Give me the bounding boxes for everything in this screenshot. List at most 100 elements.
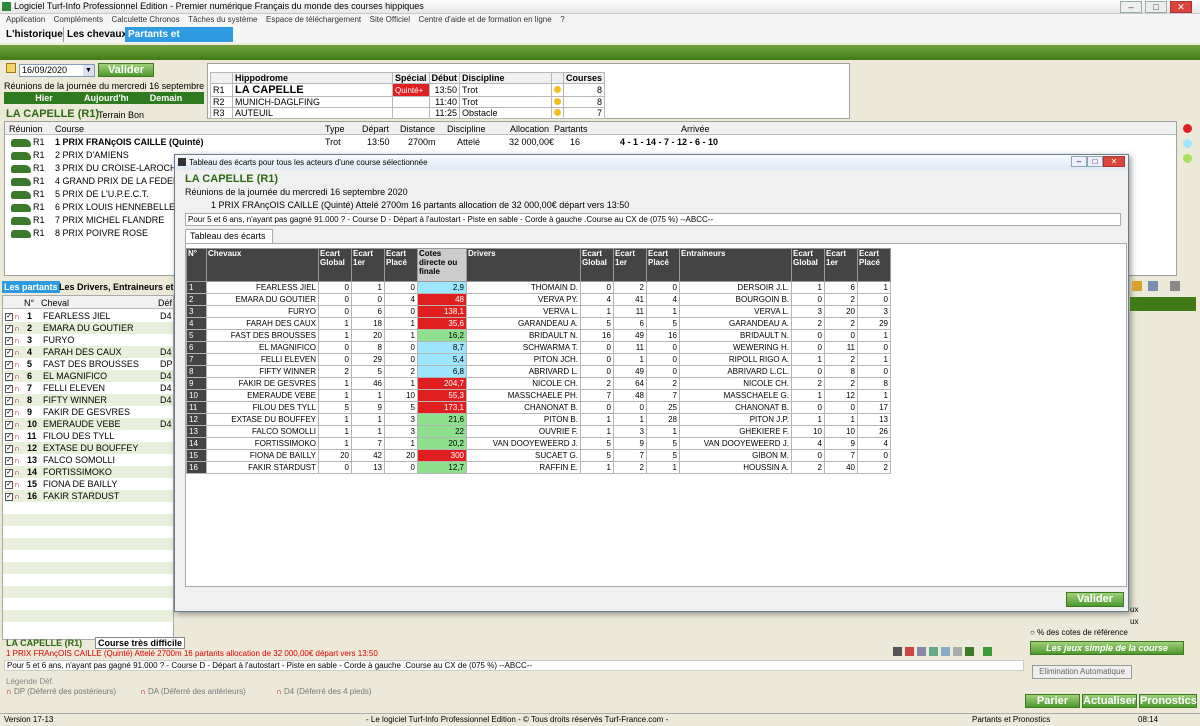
ecart-row[interactable]: 1 FEARLESS JIEL 0 1 0 2,9 THOMAIN D. 0 2 0 DERSOIR… — [186, 281, 891, 294]
go-icon[interactable] — [983, 647, 992, 656]
ecart-row[interactable]: 9 FAKIR DE GESVRES 1 46 1 204,7 NICOLE CH. 2 64 2… — [186, 377, 891, 390]
partant-row[interactable]: ✓ ∩ 4 FARAH DES CAUX D4 — [5, 346, 173, 358]
actualiser-button[interactable]: Actualiser — [1082, 694, 1137, 708]
maximize-button[interactable]: □ — [1145, 1, 1167, 13]
date-input[interactable]: 16/09/2020 ▼ — [19, 64, 95, 77]
menu-telechargement[interactable]: Espace de téléchargement — [266, 14, 361, 26]
elimination-button[interactable]: Elimination Automatique — [1032, 665, 1132, 679]
export-icon[interactable] — [941, 647, 950, 656]
jeux-simple-button[interactable]: Les jeux simple de la course — [1030, 641, 1184, 655]
partant-row[interactable]: ✓ ∩ 16 FAKIR STARDUST — [5, 490, 173, 502]
hier-button[interactable]: Hier — [4, 92, 84, 104]
ecart-row[interactable]: 7 FELLI ELEVEN 0 29 0 5,4 PITON JCH. 0 1 0 RIPOLL … — [186, 353, 891, 366]
course-row[interactable]: R1 4 GRAND PRIX DE LA FEDERA — [11, 176, 186, 188]
partant-row[interactable]: ✓ ∩ 7 FELLI ELEVEN D4 — [5, 382, 173, 394]
blue-dot-icon[interactable] — [1183, 139, 1192, 148]
partant-checkbox[interactable]: ✓ — [5, 312, 13, 321]
tab-chevaux[interactable]: Les chevaux — [63, 27, 130, 42]
search-icon[interactable] — [929, 647, 938, 656]
maximize-icon[interactable]: □ — [1087, 156, 1103, 167]
partant-checkbox[interactable]: ✓ — [5, 324, 13, 333]
zoom-icon[interactable] — [917, 647, 926, 656]
partant-row[interactable]: ✓ ∩ 2 EMARA DU GOUTIER — [5, 322, 173, 334]
tab-les-partants[interactable]: Les partants — [2, 281, 60, 293]
partant-row[interactable]: ✓ ∩ 10 EMERAUDE VEBE D4 — [5, 418, 173, 430]
partant-row[interactable]: ✓ ∩ 9 FAKIR DE GESVRES — [5, 406, 173, 418]
date-valider-button[interactable]: Valider — [98, 63, 154, 77]
aujourdhui-button[interactable]: Aujourd'hui — [84, 92, 134, 104]
menu-complements[interactable]: Compléments — [54, 14, 103, 26]
ecart-row[interactable]: 11 FILOU DES TYLL 5 9 5 173,1 CHANONAT B. 0 0 25 C… — [186, 401, 891, 414]
settings-icon[interactable] — [1148, 281, 1158, 291]
partant-checkbox[interactable]: ✓ — [5, 336, 13, 345]
report-icon[interactable] — [905, 647, 914, 656]
ecart-row[interactable]: 8 FIFTY WINNER 2 5 2 6,8 ABRIVARD L. 0 49 0 ABRIVA… — [186, 365, 891, 378]
close-button[interactable]: ✕ — [1170, 1, 1192, 13]
partant-checkbox[interactable]: ✓ — [5, 396, 13, 405]
partant-row[interactable]: ✓ ∩ 6 EL MAGNIFICO D4 — [5, 370, 173, 382]
green-dot-icon[interactable] — [1183, 154, 1192, 163]
menu-calculette[interactable]: Calculette Chronos — [112, 14, 180, 26]
partant-row[interactable]: ✓ ∩ 11 FILOU DES TYLL — [5, 430, 173, 442]
ecart-row[interactable]: 12 EXTASE DU BOUFFEY 1 1 3 21,6 PITON B. 1 1 28 PI… — [186, 413, 891, 426]
tab-historique[interactable]: L'historique — [3, 27, 66, 42]
radio-cotes-reference[interactable]: ○ % des cotes de référence — [1030, 628, 1128, 637]
course-row[interactable]: R1 3 PRIX DU CROISE-LAROCHE — [11, 163, 183, 175]
ecart-row[interactable]: 13 FALCO SOMOLLI 1 1 3 22 OUVRIE F. 1 3 1 GHEKIERE… — [186, 425, 891, 438]
ecart-row[interactable]: 3 FURYO 0 6 0 138,1 VERVA L. 1 11 1 VERVA L. 3 20 3 — [186, 305, 891, 318]
ecart-row[interactable]: 6 EL MAGNIFICO 0 8 0 8,7 SCHWARMA T. 0 11 0 WEWERI… — [186, 341, 891, 354]
tool-icon[interactable] — [1132, 281, 1142, 291]
minimize-button[interactable]: – — [1120, 1, 1142, 13]
partant-checkbox[interactable]: ✓ — [5, 360, 13, 369]
partant-row[interactable]: ✓ ∩ 15 FIONA DE BAILLY — [5, 478, 173, 490]
dialog-valider-button[interactable]: Valider — [1066, 592, 1124, 607]
course-row[interactable]: R1 2 PRIX D'AMIENS — [11, 150, 129, 162]
ecart-row[interactable]: 15 FIONA DE BAILLY 20 42 20 300 SUCAET G. 5 7 5 GI… — [186, 449, 891, 462]
partant-checkbox[interactable]: ✓ — [5, 444, 13, 453]
partant-checkbox[interactable]: ✓ — [5, 420, 13, 429]
chevron-down-icon[interactable]: ▼ — [83, 65, 94, 76]
course-row[interactable]: R1 8 PRIX POIVRE ROSE — [11, 228, 148, 240]
partant-checkbox[interactable]: ✓ — [5, 480, 13, 489]
print-icon[interactable] — [953, 647, 962, 656]
hippodrome-row[interactable]: R2 MUNICH-DAGLFING 11:40 Trot 8 — [210, 96, 606, 108]
menu-help[interactable]: ? — [560, 14, 564, 26]
demain-button[interactable]: Demain — [128, 92, 204, 104]
tab-drivers[interactable]: Les Drivers, Entraineurs et C — [59, 281, 183, 293]
partant-checkbox[interactable]: ✓ — [5, 432, 13, 441]
ecart-row[interactable]: 10 EMERAUDE VEBE 1 1 10 55,3 MASSCHAELE PH. 7 48… — [186, 389, 891, 402]
partant-checkbox[interactable]: ✓ — [5, 468, 13, 477]
partant-checkbox[interactable]: ✓ — [5, 492, 13, 501]
print-icon[interactable] — [1170, 281, 1180, 291]
menu-application[interactable]: Application — [6, 14, 45, 26]
parier-button[interactable]: Parier — [1025, 694, 1080, 708]
partant-checkbox[interactable]: ✓ — [5, 384, 13, 393]
hippodrome-row[interactable]: R1 LA CAPELLE Quinté+ 13:50 Trot 8 — [210, 83, 606, 97]
ecart-row[interactable]: 2 EMARA DU GOUTIER 0 0 4 48 VERVA PY. 4 41 4 BOURG… — [186, 293, 891, 306]
ecart-row[interactable]: 4 FARAH DES CAUX 1 18 1 35,6 GARANDEAU A. 5 6 5 GA… — [186, 317, 891, 330]
minimize-icon[interactable]: – — [1071, 156, 1087, 167]
partant-row[interactable]: ✓ ∩ 5 FAST DES BROUSSES DP — [5, 358, 173, 370]
partant-checkbox[interactable]: ✓ — [5, 372, 13, 381]
close-icon[interactable]: ✕ — [1103, 156, 1125, 167]
partant-row[interactable]: ✓ ∩ 12 EXTASE DU BOUFFEY — [5, 442, 173, 454]
ecart-row[interactable]: 5 FAST DES BROUSSES 1 20 1 16,2 BRIDAULT N. 16 4… — [186, 329, 891, 342]
binoculars-icon[interactable] — [893, 647, 902, 656]
menu-site-officiel[interactable]: Site Officiel — [370, 14, 410, 26]
course-row[interactable]: R1 6 PRIX LOUIS HENNEBELLE — [11, 202, 175, 214]
partant-checkbox[interactable]: ✓ — [5, 456, 13, 465]
course-row[interactable]: R1 7 PRIX MICHEL FLANDRE — [11, 215, 164, 227]
partant-row[interactable]: ✓ ∩ 3 FURYO — [5, 334, 173, 346]
ecart-row[interactable]: 14 FORTISSIMOKO 1 7 1 20,2 VAN DOOYEWEERD J. 5 9… — [186, 437, 891, 450]
course-row[interactable]: R1 5 PRIX DE L'U.P.E.C.T. — [11, 189, 149, 201]
hippodrome-row[interactable]: R3 AUTEUIL 11:25 Obstacle 7 — [210, 107, 606, 119]
menu-taches[interactable]: Tâches du système — [188, 14, 257, 26]
ecart-row[interactable]: 16 FAKIR STARDUST 0 13 0 12,7 RAFFIN E. 1 2 1 HOUS… — [186, 461, 891, 474]
course-row[interactable]: R1 1 PRIX FRANçOIS CAILLE (Quinté) Trot … — [11, 137, 1171, 149]
tab-partants[interactable]: Partants et Pronostics — [125, 27, 233, 55]
partant-row[interactable]: ✓ ∩ 8 FIFTY WINNER D4 — [5, 394, 173, 406]
partant-row[interactable]: ✓ ∩ 13 FALCO SOMOLLI — [5, 454, 173, 466]
partant-row[interactable]: ✓ ∩ 14 FORTISSIMOKO — [5, 466, 173, 478]
menu-centre-aide[interactable]: Centre d'aide et de formation en ligne — [419, 14, 552, 26]
partant-checkbox[interactable]: ✓ — [5, 348, 13, 357]
